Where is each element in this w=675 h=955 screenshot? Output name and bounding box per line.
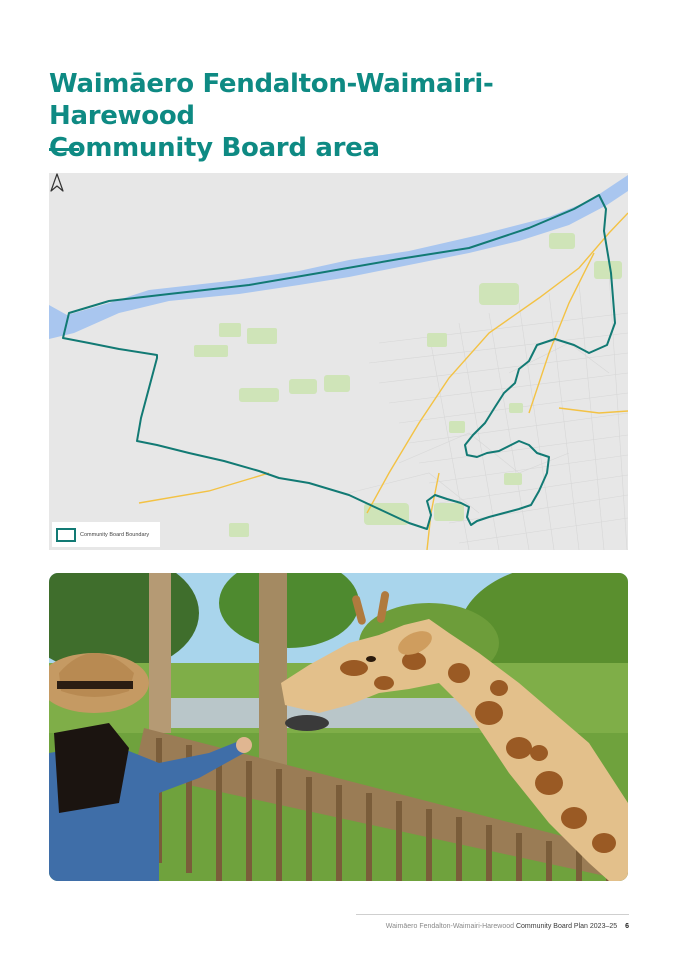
giraffe-feeding-photo [49,573,628,881]
footer-doc-type: Community Board Plan 2023–25 [515,923,618,930]
river [49,175,628,339]
community-board-map: Community Board Boundary [49,173,628,550]
page-title: Waimāero Fendalton-Waimairi-Harewood Com… [49,68,629,164]
page-title-line-2: Community Board area [49,133,380,163]
map-legend: Community Board Boundary [52,522,160,547]
title-accent-rule [49,148,79,151]
footer-rule [356,914,629,915]
community-board-boundary [62,194,616,530]
page-title-line-1: Waimāero Fendalton-Waimairi-Harewood [49,69,494,131]
north-arrow-icon [50,173,64,192]
photo-graphic [49,573,628,881]
legend-label: Community Board Boundary [80,531,150,538]
page-footer: Waimāero Fendalton-Waimairi-Harewood Com… [386,923,629,930]
map-graphic [49,175,628,550]
legend-swatch [56,527,76,542]
page-number: 6 [625,923,629,930]
footer-doc-name: Waimāero Fendalton-Waimairi-Harewood [385,923,515,930]
